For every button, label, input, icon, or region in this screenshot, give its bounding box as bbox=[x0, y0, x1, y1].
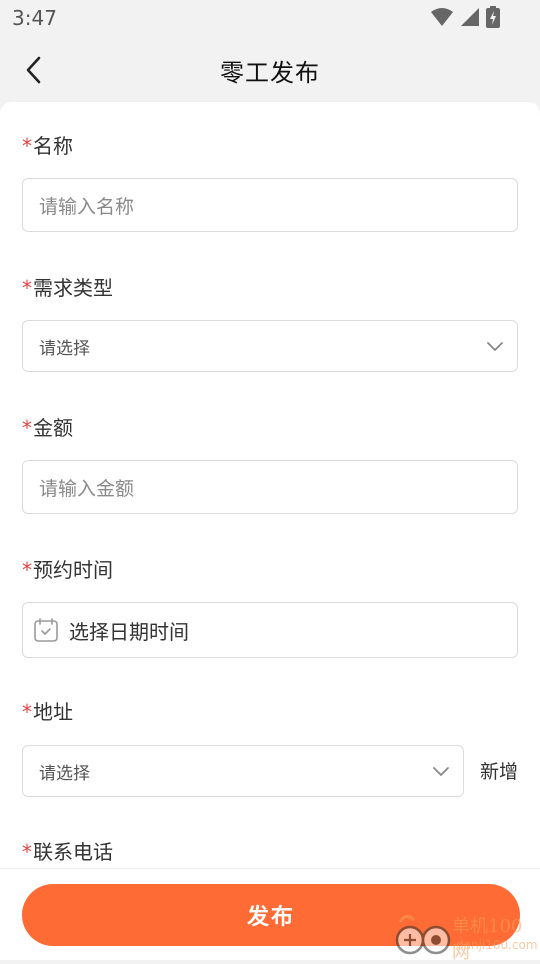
phone-label: *联系电话 bbox=[22, 836, 113, 865]
amount-input-placeholder: 请输入金额 bbox=[39, 477, 135, 500]
appointment-time-label-text: 预约时间 bbox=[33, 558, 113, 582]
form-card: *名称 请输入名称 *需求类型 请选择 *金额 请输入金额 *预约时间 选择日期… bbox=[0, 102, 540, 868]
chevron-down-icon bbox=[433, 767, 449, 776]
required-mark: * bbox=[22, 700, 32, 724]
demand-type-placeholder: 请选择 bbox=[39, 338, 90, 359]
name-input[interactable]: 请输入名称 bbox=[22, 178, 518, 232]
amount-input[interactable]: 请输入金额 bbox=[22, 460, 518, 514]
appointment-time-picker[interactable]: 选择日期时间 bbox=[22, 602, 518, 658]
watermark-logo: 单机100网 danji100.com bbox=[392, 910, 538, 963]
signal-icon bbox=[461, 8, 479, 26]
required-mark: * bbox=[22, 840, 32, 864]
watermark-url: danji100.com bbox=[456, 938, 538, 952]
address-label-text: 地址 bbox=[33, 700, 73, 724]
demand-type-label-text: 需求类型 bbox=[33, 276, 113, 300]
chevron-down-icon bbox=[487, 342, 503, 351]
amount-label-text: 金额 bbox=[33, 416, 73, 440]
wifi-icon bbox=[431, 8, 453, 26]
calendar-icon bbox=[34, 618, 58, 642]
page-title: 零工发布 bbox=[220, 59, 320, 87]
phone-label-text: 联系电话 bbox=[33, 840, 113, 864]
watermark-mascot-icon bbox=[395, 915, 451, 955]
name-label-text: 名称 bbox=[33, 134, 73, 158]
demand-type-label: *需求类型 bbox=[22, 272, 113, 301]
address-label: *地址 bbox=[22, 696, 73, 725]
amount-label: *金额 bbox=[22, 412, 73, 441]
required-mark: * bbox=[22, 416, 32, 440]
status-bar: 3:47 bbox=[0, 0, 540, 36]
address-placeholder: 请选择 bbox=[39, 763, 90, 784]
required-mark: * bbox=[22, 558, 32, 582]
address-select[interactable]: 请选择 bbox=[22, 745, 464, 797]
demand-type-select[interactable]: 请选择 bbox=[22, 320, 518, 372]
status-time: 3:47 bbox=[12, 6, 57, 30]
name-label: *名称 bbox=[22, 130, 73, 159]
status-icons bbox=[430, 6, 500, 28]
appointment-time-label: *预约时间 bbox=[22, 554, 113, 583]
add-address-button[interactable]: 新增 bbox=[480, 757, 518, 784]
appointment-time-placeholder: 选择日期时间 bbox=[69, 619, 189, 644]
required-mark: * bbox=[22, 134, 32, 158]
battery-icon bbox=[486, 6, 500, 28]
name-input-placeholder: 请输入名称 bbox=[39, 195, 135, 218]
required-mark: * bbox=[22, 276, 32, 300]
title-bar: 零工发布 bbox=[0, 36, 540, 102]
